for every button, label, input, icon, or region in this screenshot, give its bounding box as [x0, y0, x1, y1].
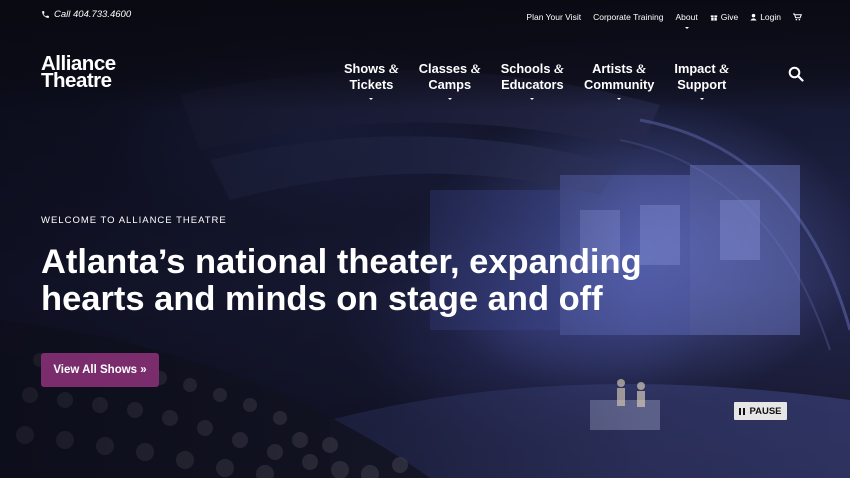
chevron-down-icon: [447, 98, 452, 100]
pause-label: PAUSE: [749, 405, 782, 417]
nav-label-line1: Shows: [344, 61, 386, 76]
nav-ampersand: &: [636, 62, 647, 76]
nav-ampersand: &: [388, 62, 399, 76]
phone-number: Call 404.733.4600: [54, 9, 132, 20]
search-icon: [788, 66, 804, 82]
util-link-label: Corporate Training: [593, 12, 664, 22]
util-link-label: Give: [720, 12, 739, 22]
nav-label-line2: Tickets: [349, 77, 394, 92]
hero-eyebrow: WELCOME TO ALLIANCE THEATRE: [41, 215, 227, 226]
page: Call 404.733.4600 Plan Your Visit Corpor…: [0, 0, 850, 478]
nav-label-line1: Schools: [500, 61, 551, 76]
util-link-plan-your-visit[interactable]: Plan Your Visit: [526, 12, 581, 22]
nav-label-line1: Classes: [418, 61, 468, 76]
util-link-give[interactable]: Give: [710, 12, 738, 22]
chevron-down-icon: [617, 98, 622, 100]
gift-icon: [710, 15, 717, 21]
nav-item-impact-support[interactable]: Impact & Support: [664, 61, 739, 100]
nav-label-line2: Educators: [501, 77, 564, 92]
cart-icon: [793, 13, 802, 21]
chevron-down-icon: [369, 98, 374, 100]
cart-button[interactable]: [793, 13, 802, 21]
main-nav: Shows & Tickets Classes & Camps Schools …: [334, 61, 739, 100]
chevron-down-icon: [530, 98, 535, 100]
headline-line-2: hearts and minds on stage and off: [41, 280, 603, 318]
logo-line-2: Theatre: [41, 69, 112, 92]
util-link-about[interactable]: About: [675, 12, 698, 29]
pause-button[interactable]: PAUSE: [734, 402, 787, 420]
phone-icon: [42, 11, 49, 18]
util-link-label: Login: [760, 12, 781, 22]
util-link-label: About: [675, 12, 698, 22]
view-all-shows-button[interactable]: View All Shows »: [41, 353, 159, 387]
utility-links: Plan Your Visit Corporate Training About…: [526, 12, 802, 29]
nav-item-artists-community[interactable]: Artists & Community: [574, 61, 664, 100]
nav-label-line2: Camps: [428, 77, 472, 92]
chevron-down-icon: [699, 98, 704, 100]
util-link-login[interactable]: Login: [750, 12, 781, 22]
nav-item-schools-educators[interactable]: Schools & Educators: [491, 61, 574, 100]
headline-line-1: Atlanta’s national theater, expanding: [41, 243, 642, 281]
nav-ampersand: &: [554, 62, 565, 76]
alliance-theatre-logo[interactable]: Alliance Theatre: [41, 53, 116, 92]
nav-label-line2: Community: [584, 77, 655, 92]
utility-bar: Call 404.733.4600 Plan Your Visit Corpor…: [0, 0, 850, 32]
util-link-corporate-training[interactable]: Corporate Training: [593, 12, 663, 22]
pause-icon: [739, 407, 746, 415]
nav-ampersand: &: [470, 62, 481, 76]
hero-headline: Atlanta’s national theater, expanding he…: [41, 244, 761, 318]
user-icon: [750, 13, 757, 21]
chevron-down-icon: [685, 27, 690, 29]
nav-ampersand: &: [719, 62, 730, 76]
nav-item-classes-camps[interactable]: Classes & Camps: [409, 61, 491, 100]
nav-label-line1: Impact: [674, 61, 716, 76]
search-button[interactable]: [788, 66, 804, 82]
util-link-label: Plan Your Visit: [526, 12, 582, 22]
phone-link[interactable]: Call 404.733.4600: [41, 9, 131, 20]
nav-label-line2: Support: [677, 77, 727, 92]
nav-label-line1: Artists: [592, 61, 633, 76]
nav-item-shows-tickets[interactable]: Shows & Tickets: [334, 61, 409, 100]
